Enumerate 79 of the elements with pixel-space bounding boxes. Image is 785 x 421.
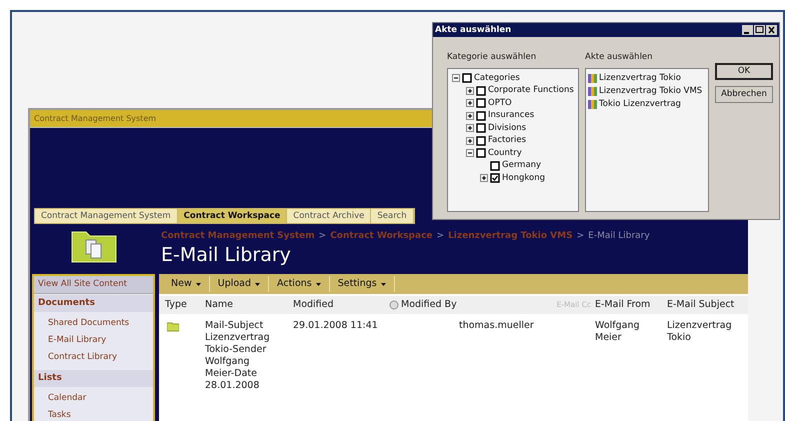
toolbar-menu-button[interactable]: New [163, 276, 210, 292]
nav-link[interactable]: Tasks [34, 406, 153, 421]
toolbar-menu-button[interactable]: Actions [269, 276, 330, 292]
caret-icon [255, 282, 260, 286]
expand-icon[interactable] [480, 174, 488, 182]
column-header[interactable]: E-Mail From [595, 298, 650, 312]
status-icon [389, 300, 399, 310]
nav-tab[interactable]: Contract Workspace [178, 209, 288, 223]
view-all-link[interactable]: View All Site Content [34, 276, 153, 294]
table-cell-text: Mail-Subject Lizenzvertrag Tokio-Sender Wolfgang Meier-Date 28.01.2008 [205, 320, 271, 392]
checkbox[interactable] [490, 160, 500, 171]
file-list-label: Akte auswählen [585, 51, 654, 64]
breadcrumb-separator: > [576, 230, 584, 243]
tree-item[interactable]: Factories [488, 134, 526, 148]
checkbox[interactable] [476, 98, 486, 108]
tree-item[interactable]: Categories [474, 72, 520, 85]
checkbox[interactable] [462, 73, 472, 84]
expand-icon[interactable] [466, 124, 474, 132]
folder-icon [167, 322, 179, 332]
tree-item[interactable]: OPTO [488, 96, 512, 110]
close-icon[interactable] [766, 25, 777, 35]
tree-item[interactable]: Corporate Functions [488, 84, 574, 98]
column-header[interactable]: Type [165, 298, 187, 312]
column-header[interactable]: Name [205, 298, 234, 312]
checkbox[interactable] [476, 136, 486, 146]
tree-item[interactable]: Hongkong [502, 172, 545, 185]
file-item[interactable]: Lizenzvertrag Tokio [599, 72, 681, 85]
nav-tab[interactable]: Contract Archive [287, 209, 372, 223]
column-header[interactable]: Modified By [401, 298, 457, 312]
checkbox[interactable] [490, 173, 500, 184]
toolbar-menu-button[interactable]: Upload [210, 276, 270, 292]
column-header[interactable]: Modified [293, 298, 334, 312]
breadcrumb-separator: > [436, 230, 444, 243]
caret-icon [316, 282, 321, 286]
nav-link[interactable]: Calendar [34, 390, 153, 407]
tree-item[interactable]: Divisions [488, 122, 526, 135]
maximize-icon[interactable] [754, 25, 765, 35]
minimize-icon[interactable] [742, 25, 753, 35]
collapse-icon[interactable] [466, 149, 474, 158]
checkbox[interactable] [476, 86, 486, 96]
window-title: Contract Management System [34, 112, 156, 124]
table-cell-text: Lizenzvertrag Tokio [667, 320, 733, 345]
toolbar-menu-button[interactable]: Settings [330, 276, 395, 292]
expand-icon[interactable] [466, 112, 474, 120]
dialog-button[interactable]: Abbrechen [715, 86, 773, 103]
table-cell-text: Wolfgang Meier [595, 320, 641, 345]
category-label: Kategorie auswählen [447, 51, 538, 64]
checkbox[interactable] [476, 123, 486, 134]
binder-icon [588, 86, 597, 97]
nav-link[interactable]: Contract Library [34, 348, 153, 366]
tree-item[interactable]: Country [488, 146, 522, 160]
checkbox[interactable] [476, 148, 486, 158]
page-title: E-Mail Library [161, 244, 292, 266]
expand-icon[interactable] [466, 99, 474, 108]
tree-item[interactable]: Insurances [488, 109, 534, 122]
file-item[interactable]: Tokio Lizenzvertrag [599, 98, 681, 111]
section-heading: Documents [34, 294, 153, 312]
binder-icon [588, 99, 597, 110]
section-heading: Lists [34, 370, 153, 387]
nav-tab[interactable]: Contract Management System [35, 209, 178, 223]
tree-item[interactable]: Germany [502, 159, 542, 172]
caret-icon [196, 282, 201, 286]
caret-icon [380, 282, 386, 286]
dialog-title: Akte auswählen [435, 24, 512, 36]
checkbox[interactable] [476, 110, 486, 121]
expand-icon[interactable] [466, 86, 474, 95]
nav-tab[interactable]: Search [371, 209, 414, 223]
breadcrumb-separator: > [318, 230, 326, 243]
column-header[interactable]: E-Mail Subject [667, 298, 734, 312]
expand-icon[interactable] [466, 136, 474, 145]
binder-icon [588, 73, 597, 84]
table-cell: thomas.mueller [459, 320, 534, 331]
collapse-icon[interactable] [452, 74, 460, 82]
nav-link[interactable]: E-Mail Library [34, 332, 153, 349]
file-item[interactable]: Lizenzvertrag Tokio VMS [599, 85, 702, 98]
nav-link[interactable]: Shared Documents [34, 315, 153, 332]
dialog-button[interactable]: OK [715, 63, 773, 80]
table-cell-text: 29.01.2008 11:41 [293, 320, 379, 333]
breadcrumb-current: E-Mail Library [588, 230, 650, 243]
